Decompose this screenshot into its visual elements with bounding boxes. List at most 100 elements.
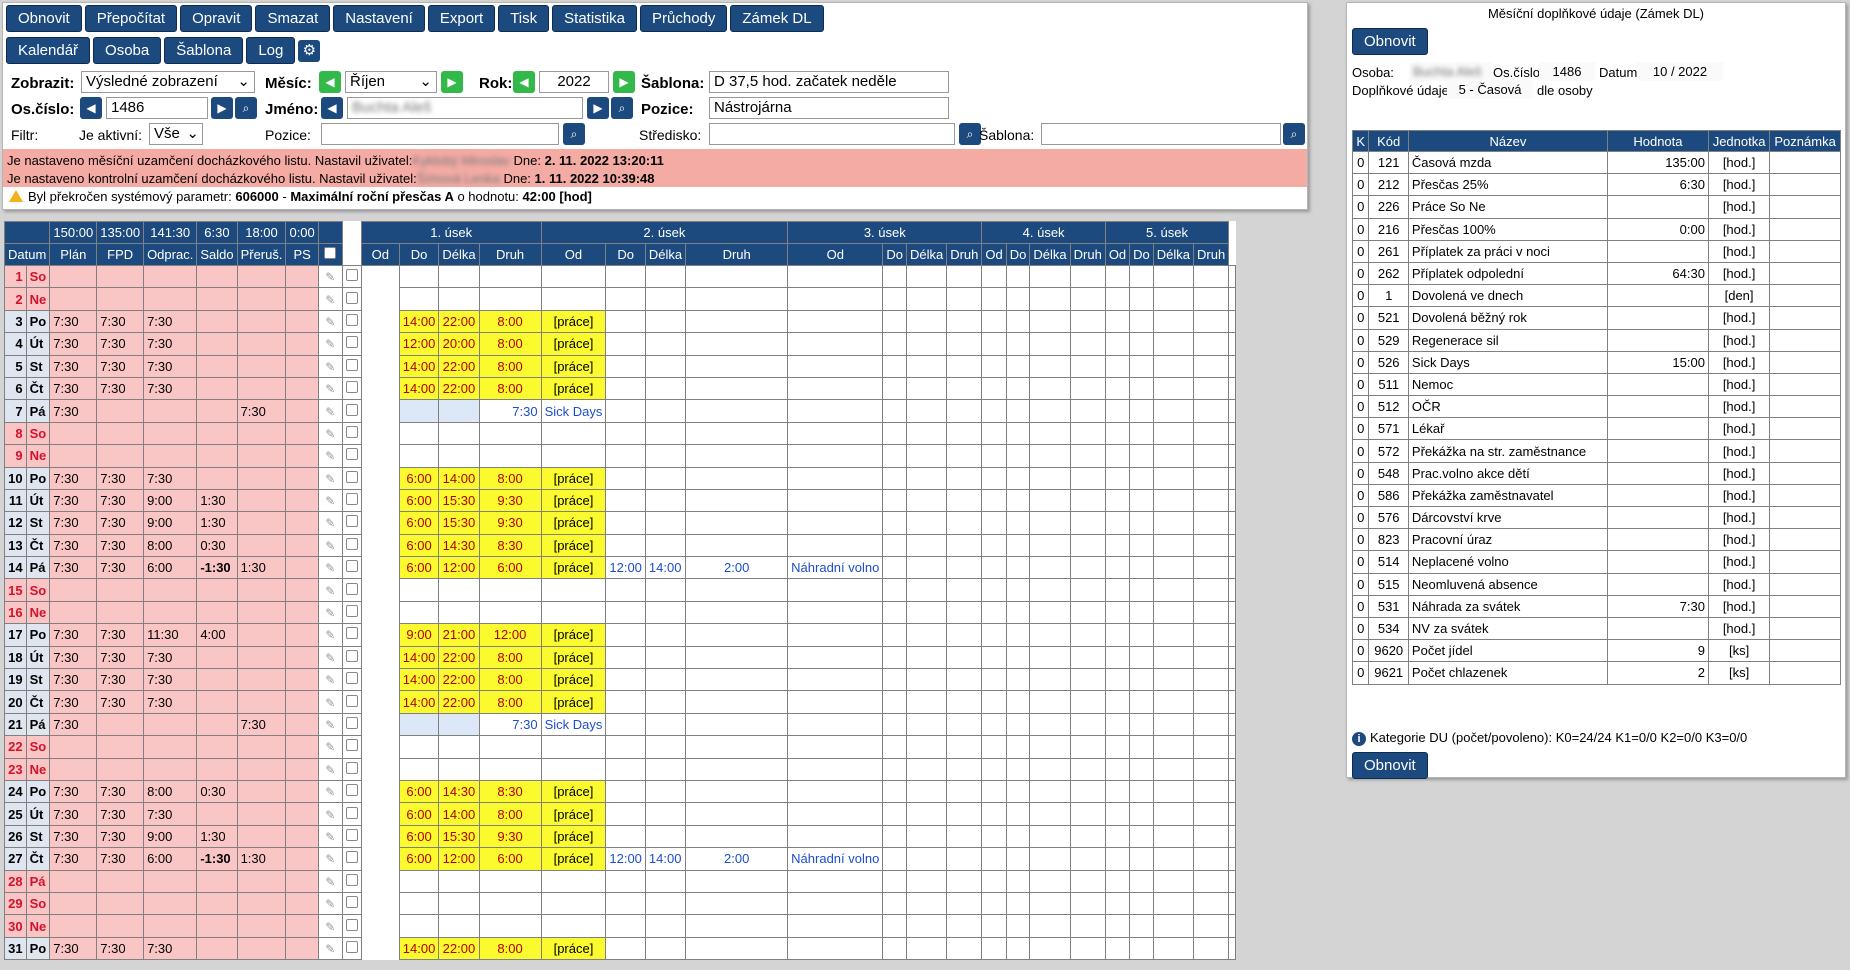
du-hodnota[interactable] <box>1606 306 1709 330</box>
edit-icon[interactable]: ✎ <box>317 668 343 692</box>
table-row[interactable]: 17 Po 7:30 7:30 11:30 4:00 ✎ 9:00 21:00 12:00 [prá… <box>4 623 1237 647</box>
edit-icon[interactable]: ✎ <box>317 847 343 871</box>
du-hodnota[interactable] <box>1606 483 1709 508</box>
table-row[interactable]: 28 Pá ✎ <box>4 869 1237 893</box>
du-poznamka[interactable] <box>1769 461 1841 485</box>
row-checkbox[interactable] <box>341 488 362 513</box>
row-checkbox[interactable] <box>341 556 362 580</box>
du-poznamka[interactable] <box>1769 173 1841 197</box>
table-row[interactable]: 0 521 Dovolená běžný rok [hod.] <box>1351 306 1841 330</box>
table-row[interactable]: 24 Po 7:30 7:30 8:00 0:30 ✎ 6:00 14:30 8:30 [práce… <box>4 779 1237 804</box>
table-row[interactable]: 0 571 Lékař [hod.] <box>1351 417 1841 441</box>
row-checkbox[interactable] <box>341 891 362 916</box>
edit-icon[interactable]: ✎ <box>317 421 343 446</box>
row-checkbox[interactable] <box>341 332 362 356</box>
edit-icon[interactable]: ✎ <box>317 623 343 647</box>
search-icon[interactable]: ⌕ <box>235 97 257 119</box>
sablona-field[interactable]: D 37,5 hod. začatek neděle <box>709 71 949 93</box>
table-row[interactable]: 20 Čt 7:30 7:30 7:30 ✎ 14:00 22:00 8:00 [práce] <box>4 690 1237 714</box>
row-checkbox[interactable] <box>341 466 362 490</box>
du-hodnota[interactable] <box>1606 328 1709 352</box>
row-checkbox[interactable] <box>341 847 362 871</box>
next-month-icon[interactable]: ▶ <box>441 71 463 93</box>
edit-icon[interactable]: ✎ <box>317 488 343 513</box>
edit-icon[interactable]: ✎ <box>317 824 343 849</box>
du-hodnota[interactable]: 6:30 <box>1606 173 1709 197</box>
du-hodnota[interactable]: 15:00 <box>1606 350 1709 374</box>
row-checkbox[interactable] <box>341 376 362 401</box>
table-row[interactable]: 0 823 Pracovní úraz [hod.] <box>1351 528 1841 552</box>
toolbar-button-5[interactable]: Export <box>427 5 496 32</box>
oscislo-input[interactable]: 1486 <box>106 97 208 119</box>
next-person-icon[interactable]: ▶ <box>211 97 233 119</box>
du-hodnota[interactable] <box>1606 239 1709 263</box>
du-hodnota[interactable] <box>1606 395 1709 419</box>
toolbar-button-9[interactable]: Zámek DL <box>730 5 824 32</box>
row-checkbox[interactable] <box>341 645 362 670</box>
rok-input[interactable]: 2022 <box>539 71 609 93</box>
edit-icon[interactable]: ✎ <box>317 511 343 535</box>
table-row[interactable]: 1 So ✎ <box>4 264 1237 289</box>
table-row[interactable]: 4 Út 7:30 7:30 7:30 ✎ 12:00 20:00 8:00 [práce] <box>4 332 1237 356</box>
du-poznamka[interactable] <box>1769 616 1841 641</box>
du-poznamka[interactable] <box>1769 483 1841 508</box>
table-row[interactable]: 0 9620 Počet jídel 9 [ks] <box>1351 639 1841 663</box>
table-row[interactable]: 23 Ne ✎ <box>4 757 1237 781</box>
toolbar-button-7[interactable]: Statistika <box>552 5 638 32</box>
row-checkbox[interactable] <box>341 309 362 334</box>
row-checkbox[interactable] <box>341 869 362 893</box>
toolbar-button-2[interactable]: Opravit <box>180 5 253 32</box>
table-row[interactable]: 6 Čt 7:30 7:30 7:30 ✎ 14:00 22:00 8:00 [práce] <box>4 376 1237 401</box>
edit-icon[interactable]: ✎ <box>317 354 343 378</box>
table-row[interactable]: 2 Ne ✎ <box>4 287 1237 311</box>
du-poznamka[interactable] <box>1769 328 1841 352</box>
row-checkbox[interactable] <box>341 444 362 468</box>
edit-icon[interactable]: ✎ <box>317 287 343 311</box>
table-row[interactable]: 0 548 Prac.volno akce dětí [hod.] <box>1351 461 1841 485</box>
table-row[interactable]: 0 512 OČR [hod.] <box>1351 395 1841 419</box>
row-checkbox[interactable] <box>341 421 362 446</box>
edit-icon[interactable]: ✎ <box>317 533 343 558</box>
du-poznamka[interactable] <box>1769 395 1841 419</box>
edit-icon[interactable]: ✎ <box>317 332 343 356</box>
table-row[interactable]: 13 Čt 7:30 7:30 8:00 0:30 ✎ 6:00 14:30 8:30 [práce… <box>4 533 1237 558</box>
edit-icon[interactable]: ✎ <box>317 690 343 714</box>
table-row[interactable]: 0 212 Přesčas 25% 6:30 [hod.] <box>1351 173 1841 197</box>
table-row[interactable]: 7 Pá 7:30 7:30 ✎ 7:30 Sick Days <box>4 399 1237 423</box>
toolbar-button-3[interactable]: Log <box>246 37 296 64</box>
table-row[interactable]: 31 Po 7:30 7:30 7:30 ✎ 14:00 22:00 8:00 [práce] <box>4 936 1237 961</box>
edit-icon[interactable]: ✎ <box>317 399 343 423</box>
pozice-field[interactable]: Nástrojárna <box>709 97 949 119</box>
du-poznamka[interactable] <box>1769 195 1841 219</box>
du-poznamka[interactable] <box>1769 505 1841 530</box>
table-row[interactable]: 0 526 Sick Days 15:00 [hod.] <box>1351 350 1841 374</box>
table-row[interactable]: 0 529 Regenerace sil [hod.] <box>1351 328 1841 352</box>
edit-icon[interactable]: ✎ <box>317 645 343 670</box>
du-hodnota[interactable] <box>1606 528 1709 552</box>
table-row[interactable]: 10 Po 7:30 7:30 7:30 ✎ 6:00 14:00 8:00 [práce] <box>4 466 1237 490</box>
du-poznamka[interactable] <box>1769 306 1841 330</box>
edit-icon[interactable]: ✎ <box>317 600 343 625</box>
table-row[interactable]: 15 So ✎ <box>4 578 1237 602</box>
edit-icon[interactable]: ✎ <box>317 914 343 938</box>
table-row[interactable]: 29 So ✎ <box>4 891 1237 916</box>
next-year-icon[interactable]: ▶ <box>613 71 635 93</box>
toolbar-button-2[interactable]: Šablona <box>164 37 244 64</box>
pozice-filter-input[interactable] <box>321 123 559 145</box>
table-row[interactable]: 5 St 7:30 7:30 7:30 ✎ 14:00 22:00 8:00 [práce] <box>4 354 1237 378</box>
jmeno-input[interactable]: Buchta Aleš <box>347 97 583 119</box>
row-checkbox[interactable] <box>341 600 362 625</box>
edit-icon[interactable]: ✎ <box>317 556 343 580</box>
du-hodnota[interactable]: 135:00 <box>1606 150 1709 175</box>
table-row[interactable]: 19 St 7:30 7:30 7:30 ✎ 14:00 22:00 8:00 [práce] <box>4 668 1237 692</box>
table-row[interactable]: 0 514 Neplacené volno [hod.] <box>1351 550 1841 574</box>
table-row[interactable]: 18 Út 7:30 7:30 7:30 ✎ 14:00 22:00 8:00 [práce] <box>4 645 1237 670</box>
table-row[interactable]: 14 Pá 7:30 7:30 6:00 -1:30 1:30 ✎ 6:00 12:00 6:00[… <box>4 556 1237 580</box>
row-checkbox[interactable] <box>341 757 362 781</box>
gear-icon[interactable]: ⚙ <box>298 40 321 62</box>
du-poznamka[interactable] <box>1769 350 1841 374</box>
row-checkbox[interactable] <box>341 735 362 759</box>
aktivni-select[interactable]: Vše ⌄ <box>149 123 203 145</box>
table-row[interactable]: 11 Út 7:30 7:30 9:00 1:30 ✎ 6:00 15:30 9:30 [práce… <box>4 488 1237 513</box>
row-checkbox[interactable] <box>341 779 362 804</box>
